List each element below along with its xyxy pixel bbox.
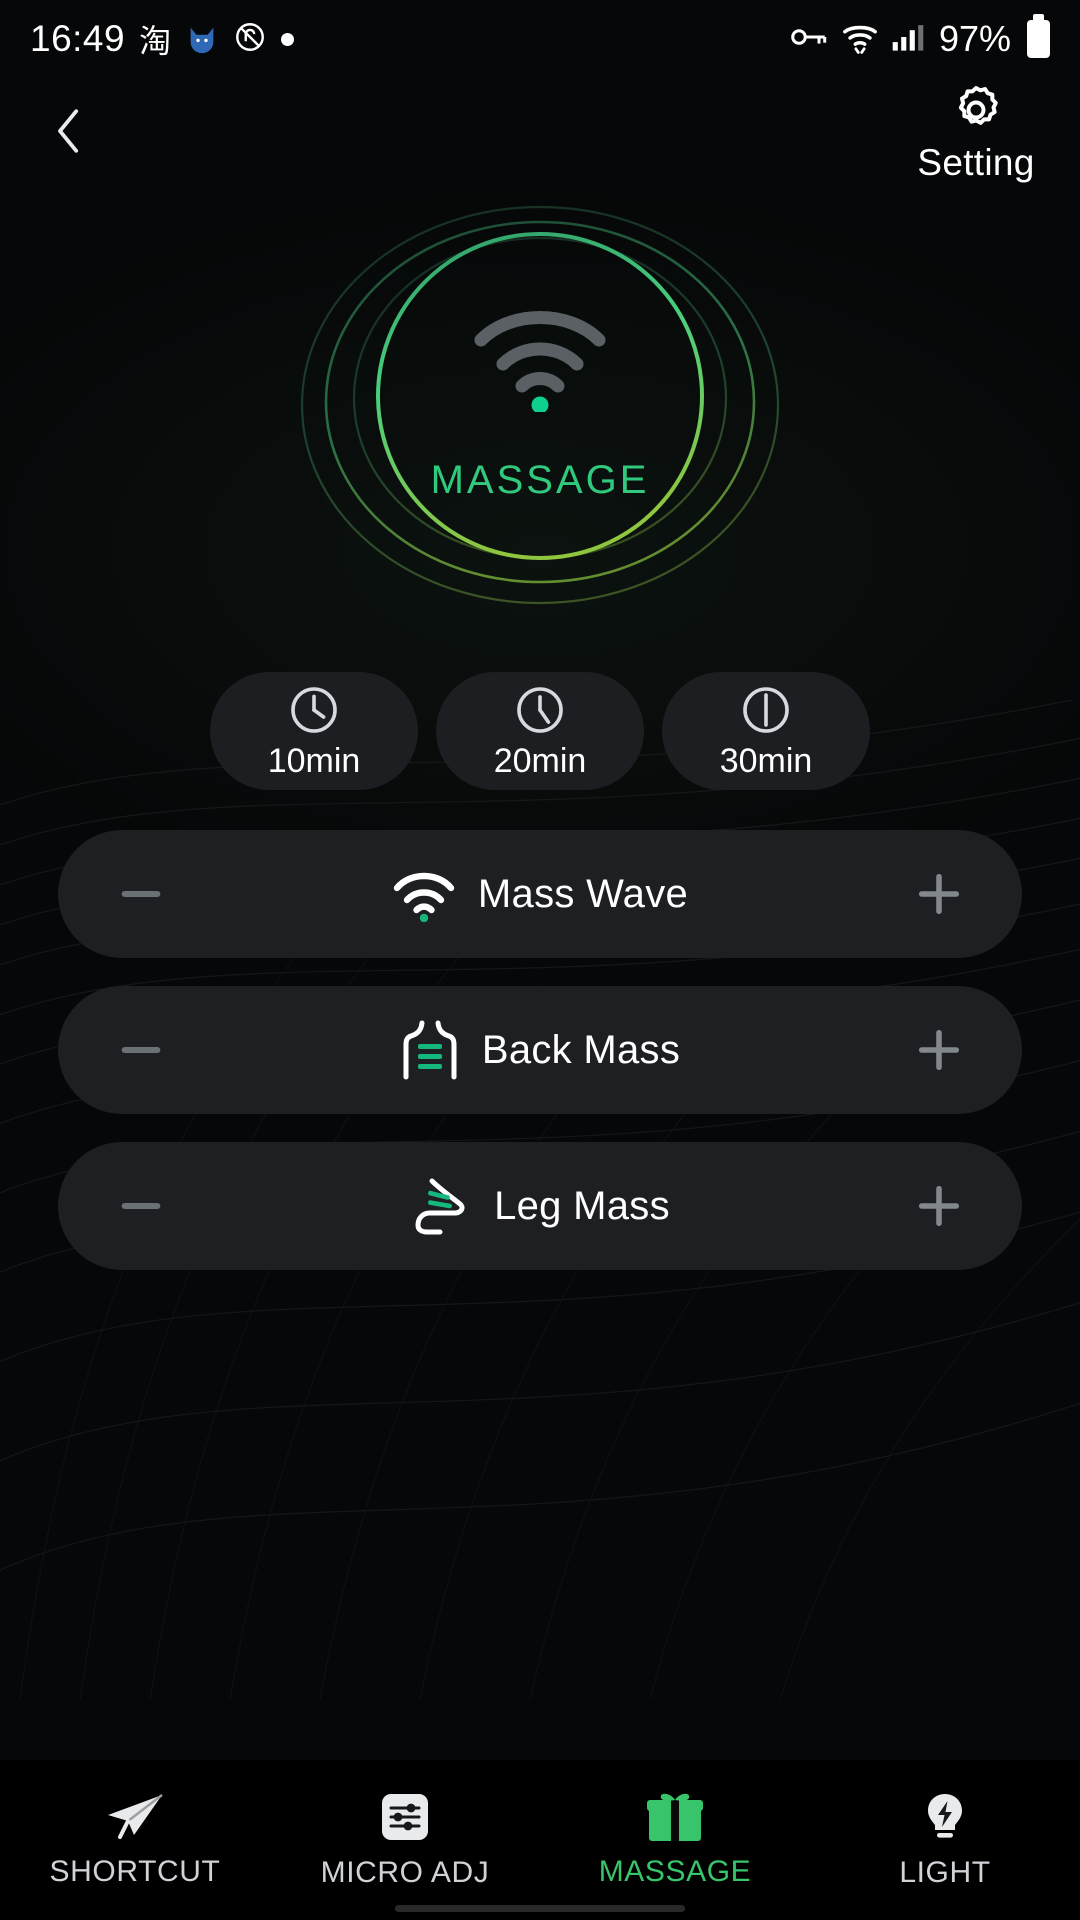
clock-10-icon (291, 686, 337, 733)
nav-item-light[interactable]: LIGHT (810, 1790, 1080, 1890)
massage-mode-dial[interactable]: MASSAGE (0, 190, 1080, 630)
cellular-signal-icon (891, 21, 925, 58)
nav-label-shortcut: SHORTCUT (49, 1855, 221, 1888)
wifi-wave-icon (474, 311, 606, 412)
gear-icon (958, 86, 998, 125)
back-mass-increase-button[interactable] (900, 1011, 978, 1089)
dial-graphic[interactable]: MASSAGE (290, 200, 790, 620)
setting-button[interactable]: Setting (896, 82, 1056, 184)
mass-wave-decrease-button[interactable] (102, 855, 180, 933)
page-header: Setting (0, 78, 1080, 188)
paper-plane-icon (108, 1794, 163, 1839)
control-row-mass-wave: Mass Wave (58, 830, 1022, 958)
clock-30-icon (743, 686, 789, 733)
back-mass-decrease-button[interactable] (102, 1011, 180, 1089)
timer-label-20min: 20min (493, 741, 587, 780)
back-button[interactable] (34, 96, 104, 166)
chevron-left-icon (58, 109, 79, 153)
mass-wave-center: Mass Wave (180, 866, 900, 922)
massage-controls-list: Mass Wave Back Mass Leg Mass (0, 830, 1080, 1270)
status-bar-left: 16:49 淘 (30, 16, 295, 62)
status-time: 16:49 (30, 18, 126, 59)
dot-indicator-icon (281, 32, 295, 46)
massage-control-screen: 16:49 淘 97% Setting MASSAGE 10min 20min … (0, 0, 1080, 1920)
nav-item-shortcut[interactable]: SHORTCUT (0, 1791, 270, 1889)
nav-item-micro-adj[interactable]: MICRO ADJ (270, 1790, 540, 1890)
clock-20-icon (517, 686, 563, 733)
leg-mass-decrease-button[interactable] (102, 1167, 180, 1245)
status-bar: 16:49 淘 97% (0, 0, 1080, 78)
wifi-wave-icon (393, 872, 455, 922)
dial-mode-label: MASSAGE (430, 458, 650, 502)
control-row-back-mass: Back Mass (58, 986, 1022, 1114)
plus-icon (918, 1185, 960, 1227)
timer-options-row: 10min 20min 30min (0, 672, 1080, 790)
back-mass-label: Back Mass (481, 1027, 681, 1072)
bottom-navigation-bar: SHORTCUT MICRO ADJ MASSAGE LIGHT (0, 1760, 1080, 1920)
lightbulb-bolt-icon (928, 1794, 962, 1838)
leg-foot-icon (415, 1178, 465, 1235)
back-torso-icon (403, 1020, 457, 1080)
leg-mass-label: Leg Mass (494, 1183, 670, 1228)
minus-icon (121, 1046, 161, 1054)
ringer-off-icon (233, 20, 267, 59)
plus-icon (918, 873, 960, 915)
wifi-icon (841, 20, 879, 59)
nav-label-light: LIGHT (899, 1856, 991, 1889)
gift-box-icon (647, 1793, 703, 1841)
mass-wave-increase-button[interactable] (900, 855, 978, 933)
leg-mass-center: Leg Mass (180, 1175, 900, 1237)
timer-label-10min: 10min (267, 741, 361, 780)
nav-item-massage[interactable]: MASSAGE (540, 1791, 810, 1889)
home-indicator (395, 1905, 685, 1912)
mass-wave-label: Mass Wave (477, 871, 689, 916)
leg-mass-increase-button[interactable] (900, 1167, 978, 1245)
back-mass-center: Back Mass (180, 1019, 900, 1081)
nav-label-massage: MASSAGE (598, 1855, 752, 1888)
battery-full-icon (1027, 14, 1050, 58)
nav-label-micro-adj: MICRO ADJ (320, 1856, 490, 1889)
battery-percent-label: 97% (938, 18, 1011, 59)
timer-label-30min: 30min (719, 741, 813, 780)
vpn-key-icon (789, 22, 829, 57)
setting-label: Setting (917, 142, 1035, 183)
timer-button-30min[interactable]: 30min (662, 672, 870, 790)
status-bar-right: 97% (789, 14, 1050, 60)
cat-icon (185, 22, 219, 56)
minus-icon (121, 1202, 161, 1210)
timer-button-10min[interactable]: 10min (210, 672, 418, 790)
taobao-app-icon: 淘 (139, 23, 172, 59)
sliders-icon (382, 1794, 428, 1840)
control-row-leg-mass: Leg Mass (58, 1142, 1022, 1270)
timer-button-20min[interactable]: 20min (436, 672, 644, 790)
minus-icon (121, 890, 161, 898)
plus-icon (918, 1029, 960, 1071)
